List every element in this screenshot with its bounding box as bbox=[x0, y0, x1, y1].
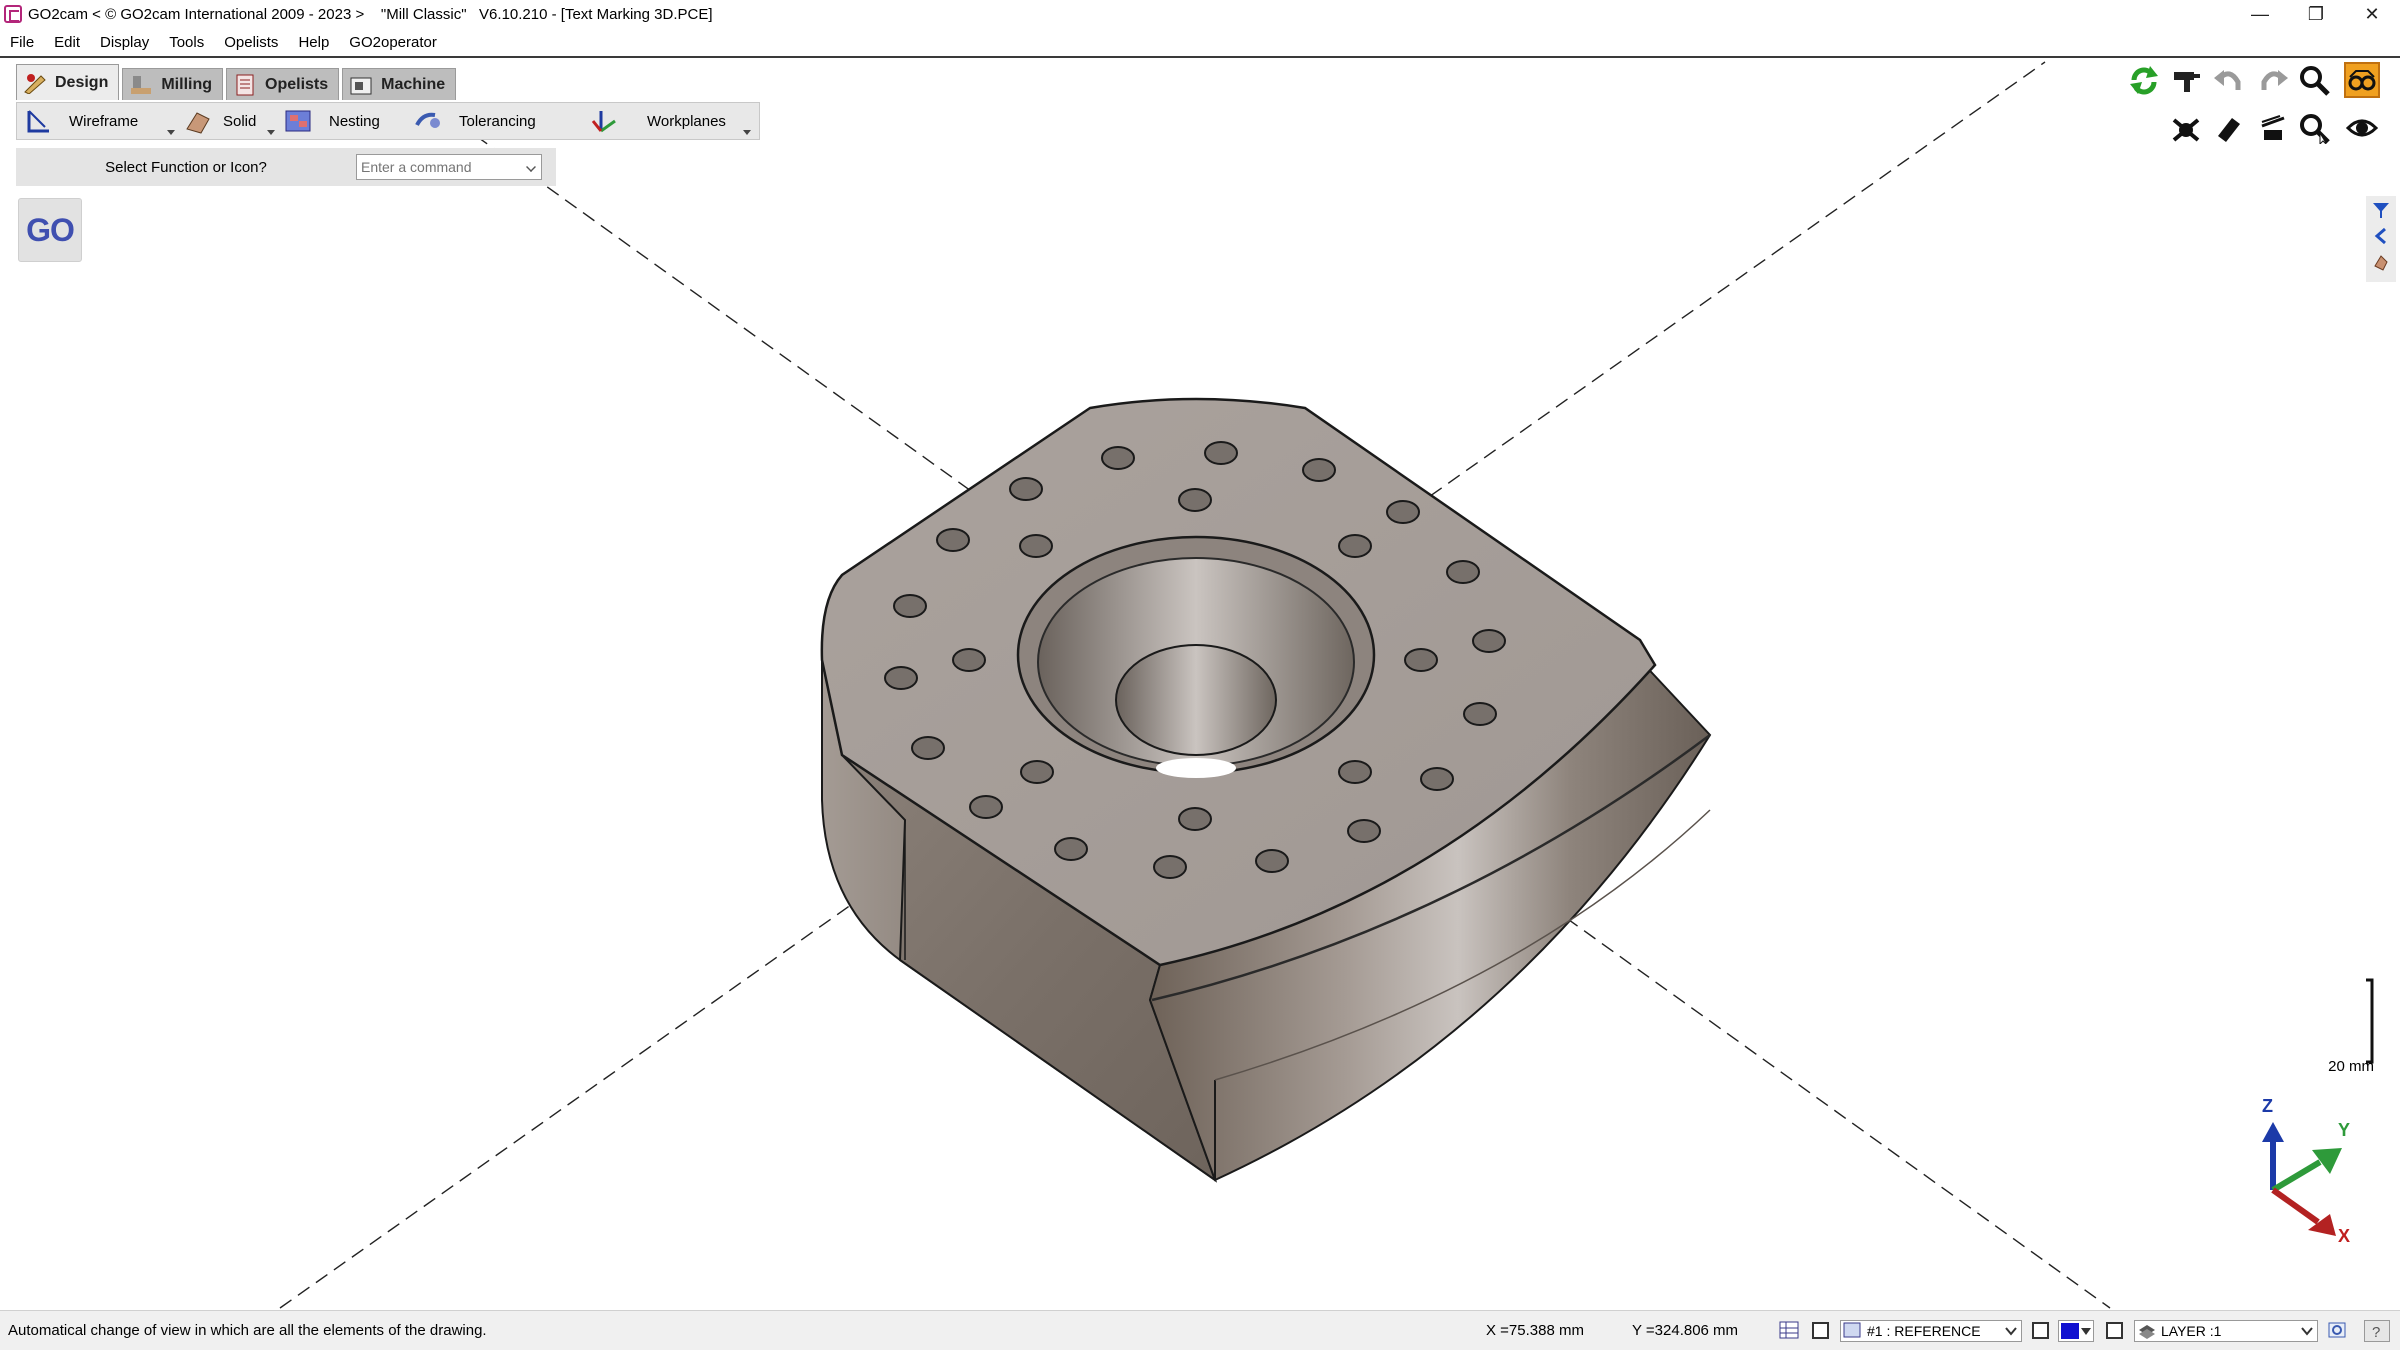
snap-checkbox[interactable] bbox=[1812, 1322, 1829, 1339]
design-icon bbox=[23, 72, 49, 95]
menu-go2operator[interactable]: GO2operator bbox=[339, 34, 447, 51]
menu-edit[interactable]: Edit bbox=[44, 34, 90, 51]
app-logo-icon bbox=[4, 5, 22, 23]
collapse-icon[interactable] bbox=[2371, 226, 2391, 252]
menu-help[interactable]: Help bbox=[288, 34, 339, 51]
color-swatch bbox=[2061, 1323, 2079, 1339]
visibility-checkbox[interactable] bbox=[2106, 1322, 2123, 1339]
machine-icon bbox=[349, 74, 375, 96]
solid-icon bbox=[183, 107, 213, 135]
undo-icon[interactable] bbox=[2210, 62, 2246, 98]
close-button[interactable]: ✕ bbox=[2344, 0, 2400, 28]
reference-selector[interactable]: #1 : REFERENCE bbox=[1840, 1320, 2022, 1342]
workplanes-icon bbox=[589, 107, 619, 135]
minimize-button[interactable]: — bbox=[2232, 0, 2288, 28]
redo-icon[interactable] bbox=[2256, 62, 2292, 98]
tab-opelists[interactable]: Opelists bbox=[226, 68, 340, 100]
restore-button[interactable]: ❐ bbox=[2288, 0, 2344, 28]
side-tools bbox=[2366, 196, 2396, 282]
tolerancing-icon bbox=[413, 107, 443, 135]
status-bar: Automatical change of view in which are … bbox=[0, 1310, 2400, 1350]
rotate-view-icon[interactable] bbox=[2126, 62, 2162, 98]
cursor-y-coordinate: Y =324.806 mm bbox=[1632, 1322, 1739, 1339]
tab-machine[interactable]: Machine bbox=[342, 68, 457, 100]
axis-z-label: Z bbox=[2262, 1096, 2273, 1116]
layer-settings-icon[interactable] bbox=[2326, 1320, 2350, 1342]
eye-icon[interactable] bbox=[2344, 110, 2380, 146]
line-style-checkbox[interactable] bbox=[2032, 1322, 2049, 1339]
nesting-icon bbox=[283, 107, 313, 135]
color-dropdown-icon bbox=[2081, 1328, 2091, 1335]
cursor-x-coordinate: X =75.388 mm bbox=[1486, 1322, 1584, 1339]
command-bar: Select Function or Icon? bbox=[16, 148, 556, 186]
hide-icon[interactable] bbox=[2168, 110, 2204, 146]
zoom-icon[interactable] bbox=[2296, 62, 2332, 98]
window-controls: — ❐ ✕ bbox=[2232, 0, 2400, 28]
opelists-icon bbox=[233, 74, 259, 96]
wireframe-icon bbox=[23, 107, 53, 135]
chevron-down-icon bbox=[2005, 1327, 2017, 1336]
command-input[interactable] bbox=[356, 154, 542, 180]
axis-y-label: Y bbox=[2338, 1120, 2351, 1140]
glasses-icon[interactable] bbox=[2344, 62, 2380, 98]
menu-file[interactable]: File bbox=[0, 34, 44, 51]
command-label: Select Function or Icon? bbox=[105, 158, 267, 176]
solid-dropdown-icon[interactable] bbox=[267, 130, 275, 135]
nesting-button[interactable]: Nesting bbox=[277, 103, 407, 139]
help-icon[interactable]: ? bbox=[2364, 1320, 2390, 1342]
hand-icon[interactable] bbox=[2371, 252, 2391, 278]
menu-display[interactable]: Display bbox=[90, 34, 159, 51]
layer-selector[interactable]: LAYER :1 bbox=[2134, 1320, 2318, 1342]
axis-triad[interactable] bbox=[2262, 1122, 2342, 1236]
3d-viewport[interactable] bbox=[0, 58, 2400, 1310]
axis-x-label: X bbox=[2338, 1226, 2351, 1246]
menu-bar: File Edit Display Tools Opelists Help GO… bbox=[0, 28, 447, 56]
tab-design[interactable]: Design bbox=[16, 64, 120, 100]
zoom-select-icon[interactable] bbox=[2296, 110, 2332, 146]
3d-scene bbox=[279, 61, 2374, 1309]
tolerancing-button[interactable]: Tolerancing bbox=[407, 103, 583, 139]
tab-milling[interactable]: Milling bbox=[122, 68, 223, 100]
menu-tools[interactable]: Tools bbox=[159, 34, 214, 51]
design-sub-toolbar: Wireframe Solid Nesting Tolerancing Work… bbox=[16, 102, 760, 140]
scale-bar-label: 20 mm bbox=[2328, 1058, 2374, 1075]
wireframe-button[interactable]: Wireframe bbox=[17, 103, 177, 139]
wireframe-dropdown-icon[interactable] bbox=[167, 130, 175, 135]
module-tabs: Design Milling Opelists Machine bbox=[16, 64, 459, 100]
chevron-down-icon bbox=[2301, 1327, 2313, 1336]
workplanes-dropdown-icon[interactable] bbox=[743, 130, 751, 135]
eraser-icon[interactable] bbox=[2210, 110, 2246, 146]
grid-icon[interactable] bbox=[1778, 1320, 1802, 1342]
filter-icon[interactable] bbox=[2371, 200, 2391, 226]
solid-button[interactable]: Solid bbox=[177, 103, 277, 139]
menu-opelists[interactable]: Opelists bbox=[214, 34, 288, 51]
sweep-icon[interactable] bbox=[2254, 110, 2290, 146]
title-bar: GO2cam < © GO2cam International 2009 - 2… bbox=[0, 0, 2400, 28]
go-button[interactable]: GO bbox=[18, 198, 82, 262]
color-selector[interactable] bbox=[2058, 1320, 2094, 1342]
milling-icon bbox=[129, 74, 155, 96]
layer-icon bbox=[2139, 1325, 2155, 1339]
reference-icon bbox=[1843, 1322, 1861, 1338]
paint-gun-icon[interactable] bbox=[2168, 62, 2204, 98]
window-title: GO2cam < © GO2cam International 2009 - 2… bbox=[28, 5, 713, 23]
status-message: Automatical change of view in which are … bbox=[8, 1322, 487, 1339]
svg-text:?: ? bbox=[2372, 1324, 2380, 1341]
workplanes-button[interactable]: Workplanes bbox=[583, 103, 753, 139]
